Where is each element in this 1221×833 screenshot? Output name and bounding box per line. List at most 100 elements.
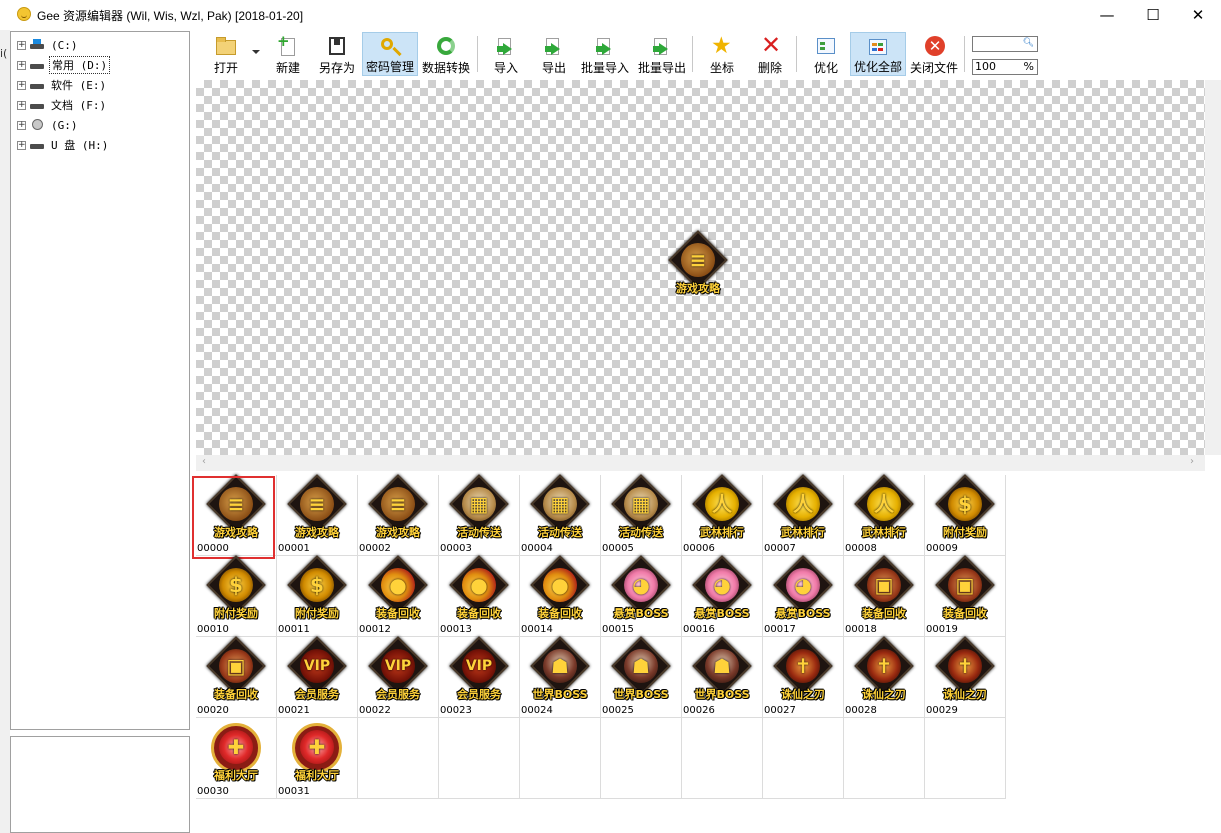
thumbnail-cell[interactable]: VIP 会员服务 00021	[277, 636, 358, 718]
thumbnail-cell[interactable]: ▦ 活动传送 00005	[601, 474, 682, 556]
save-as-button[interactable]: 另存为	[314, 32, 360, 76]
thumbnail-cell[interactable]: ◕ 悬赏BOSS 00017	[763, 555, 844, 637]
thumbnail-cell[interactable]	[358, 718, 439, 799]
thumbnail-cell[interactable]: 人武林排行 00008	[844, 474, 925, 556]
thumbnail-cell[interactable]: ☗ 世界BOSS 00024	[520, 636, 601, 718]
tree-item[interactable]: + 常用 (D:)	[17, 56, 111, 74]
thumbnail-cell[interactable]: ≡ 游戏攻略 00000	[192, 474, 277, 559]
tree-item-label: 软件 (E:)	[51, 79, 107, 92]
drive-icon	[29, 59, 45, 71]
thumbnail-cell[interactable]: ✚ 福利大厅 00031	[277, 718, 358, 799]
expand-icon[interactable]: +	[17, 100, 26, 110]
thumbnail-cell[interactable]	[844, 718, 925, 799]
expand-icon[interactable]: +	[17, 60, 26, 70]
thumbnail-cell[interactable]: ◕ 悬赏BOSS 00016	[682, 555, 763, 637]
title-bar: Gee 资源编辑器 (Wil, Wis, Wzl, Pak) [2018-01-…	[0, 0, 1221, 30]
thumbnail-index: 00010	[197, 624, 229, 635]
convert-button[interactable]: 数据转换	[418, 32, 474, 76]
thumbnail-index: 00005	[602, 543, 634, 554]
thumbnail-cell[interactable]	[601, 718, 682, 799]
thumbnail-index: 00028	[845, 705, 877, 716]
thumbnail-cell[interactable]: $ 附付奖励 00010	[196, 555, 277, 637]
thumbnail-cell[interactable]: 人武林排行 00006	[682, 474, 763, 556]
close-file-button[interactable]: ✕ 关闭文件	[908, 32, 960, 76]
book-icon: ≡ 游戏攻略	[205, 474, 267, 549]
expand-icon[interactable]: +	[17, 120, 26, 130]
board-icon: ▦ 活动传送	[529, 474, 591, 549]
vip-icon: VIP 会员服务	[286, 636, 348, 711]
import-icon	[495, 35, 517, 55]
meditate-icon: 人武林排行	[853, 474, 915, 549]
password-button[interactable]: 密码管理	[362, 32, 418, 76]
batch-import-button[interactable]: 批量导入	[580, 32, 630, 76]
coords-button[interactable]: ★ 坐标	[702, 32, 742, 76]
thumbnail-cell[interactable]: ▦ 活动传送 00003	[439, 474, 520, 556]
key-icon	[379, 36, 401, 52]
pig-icon: ◕ 悬赏BOSS	[691, 555, 753, 630]
thumbnail-cell[interactable]: ☗ 世界BOSS 00025	[601, 636, 682, 718]
thumbnail-cell[interactable]: ● 装备回收 00014	[520, 555, 601, 637]
thumbnail-cell[interactable]: VIP 会员服务 00022	[358, 636, 439, 718]
thumbnail-cell[interactable]: ☗ 世界BOSS 00026	[682, 636, 763, 718]
expand-icon[interactable]: +	[17, 140, 26, 150]
sword-icon: ✝ 诛仙之刃	[772, 636, 834, 711]
thumbnail-cell[interactable]: ▣ 装备回收 00018	[844, 555, 925, 637]
export-button[interactable]: 导出	[534, 32, 574, 76]
drive-tree[interactable]: + (C:) + 常用 (D:) + 软件 (E:) + 文档 (F:) + (G:) + U 盘 (…	[10, 31, 190, 730]
optimize-button[interactable]: 优化	[806, 32, 846, 76]
tree-item[interactable]: + 软件 (E:)	[17, 76, 108, 94]
thumbnail-cell[interactable]	[925, 718, 1006, 799]
expand-icon[interactable]: +	[17, 80, 26, 90]
thumbnail-cell[interactable]: ◕ 悬赏BOSS 00015	[601, 555, 682, 637]
delete-button[interactable]: ✕ 删除	[750, 32, 790, 76]
thumbnail-cell[interactable]: ✝ 诛仙之刃 00027	[763, 636, 844, 718]
tree-item[interactable]: + U 盘 (H:)	[17, 136, 110, 154]
disc-drive-icon	[29, 119, 45, 131]
delete-icon: ✕	[761, 31, 782, 59]
tree-item[interactable]: + 文档 (F:)	[17, 96, 108, 114]
scroll-right-icon[interactable]: ›	[1190, 456, 1194, 467]
import-button[interactable]: 导入	[486, 32, 526, 76]
thumbnail-cell[interactable]	[520, 718, 601, 799]
search-input[interactable]: 🔍︎	[972, 36, 1038, 52]
thumbnail-cell[interactable]: ✝ 诛仙之刃 00028	[844, 636, 925, 718]
batch-import-icon	[594, 35, 616, 55]
thumbnail-cell[interactable]: 人武林排行 00007	[763, 474, 844, 556]
thumbnail-cell[interactable]: VIP 会员服务 00023	[439, 636, 520, 718]
thumbnail-grid[interactable]: ≡ 游戏攻略 00000 ≡ 游戏攻略 00001 ≡ 游戏攻略 00002 ▦ 活动传送 00003…	[192, 474, 1007, 800]
thumbnail-index: 00020	[197, 705, 229, 716]
star-icon: ★	[711, 33, 732, 59]
thumbnail-cell[interactable]	[682, 718, 763, 799]
thumbnail-cell[interactable]: ▣ 装备回收 00020	[196, 636, 277, 718]
thumbnail-cell[interactable]: ≡ 游戏攻略 00001	[277, 474, 358, 556]
maximize-button[interactable]: ☐	[1130, 0, 1176, 30]
optimize-all-button[interactable]: 优化全部	[850, 32, 906, 76]
thumbnail-cell[interactable]	[439, 718, 520, 799]
close-button[interactable]: ✕	[1175, 0, 1221, 30]
coins-icon: ● 装备回收	[529, 555, 591, 630]
tree-item[interactable]: + (G:)	[17, 116, 80, 134]
preview-canvas[interactable]: ≡ 游戏攻略	[196, 80, 1205, 455]
open-button[interactable]: 打开	[204, 32, 248, 76]
expand-icon[interactable]: +	[17, 40, 26, 50]
pig-icon: ◕ 悬赏BOSS	[772, 555, 834, 630]
open-dropdown-arrow[interactable]	[252, 50, 260, 54]
thumbnail-cell[interactable]: ✚ 福利大厅 00030	[196, 718, 277, 799]
minimize-button[interactable]: —	[1084, 0, 1130, 30]
new-button[interactable]: + 新建	[266, 32, 310, 76]
preview-vertical-scrollbar[interactable]	[1205, 80, 1221, 455]
tree-item[interactable]: + (C:)	[17, 36, 80, 54]
thumbnail-cell[interactable]: ▦ 活动传送 00004	[520, 474, 601, 556]
scroll-left-icon[interactable]: ‹	[202, 456, 206, 467]
zoom-input[interactable]: 100 %	[972, 59, 1038, 75]
thumbnail-cell[interactable]: ✝ 诛仙之刃 00029	[925, 636, 1006, 718]
thumbnail-cell[interactable]: ● 装备回收 00012	[358, 555, 439, 637]
preview-horizontal-scrollbar[interactable]: ‹ ›	[196, 455, 1205, 471]
thumbnail-cell[interactable]	[763, 718, 844, 799]
thumbnail-cell[interactable]: ▣ 装备回收 00019	[925, 555, 1006, 637]
thumbnail-cell[interactable]: ≡ 游戏攻略 00002	[358, 474, 439, 556]
thumbnail-cell[interactable]: ● 装备回收 00013	[439, 555, 520, 637]
thumbnail-cell[interactable]: $ 附付奖励 00009	[925, 474, 1006, 556]
thumbnail-cell[interactable]: $ 附付奖励 00011	[277, 555, 358, 637]
batch-export-button[interactable]: 批量导出	[636, 32, 688, 76]
